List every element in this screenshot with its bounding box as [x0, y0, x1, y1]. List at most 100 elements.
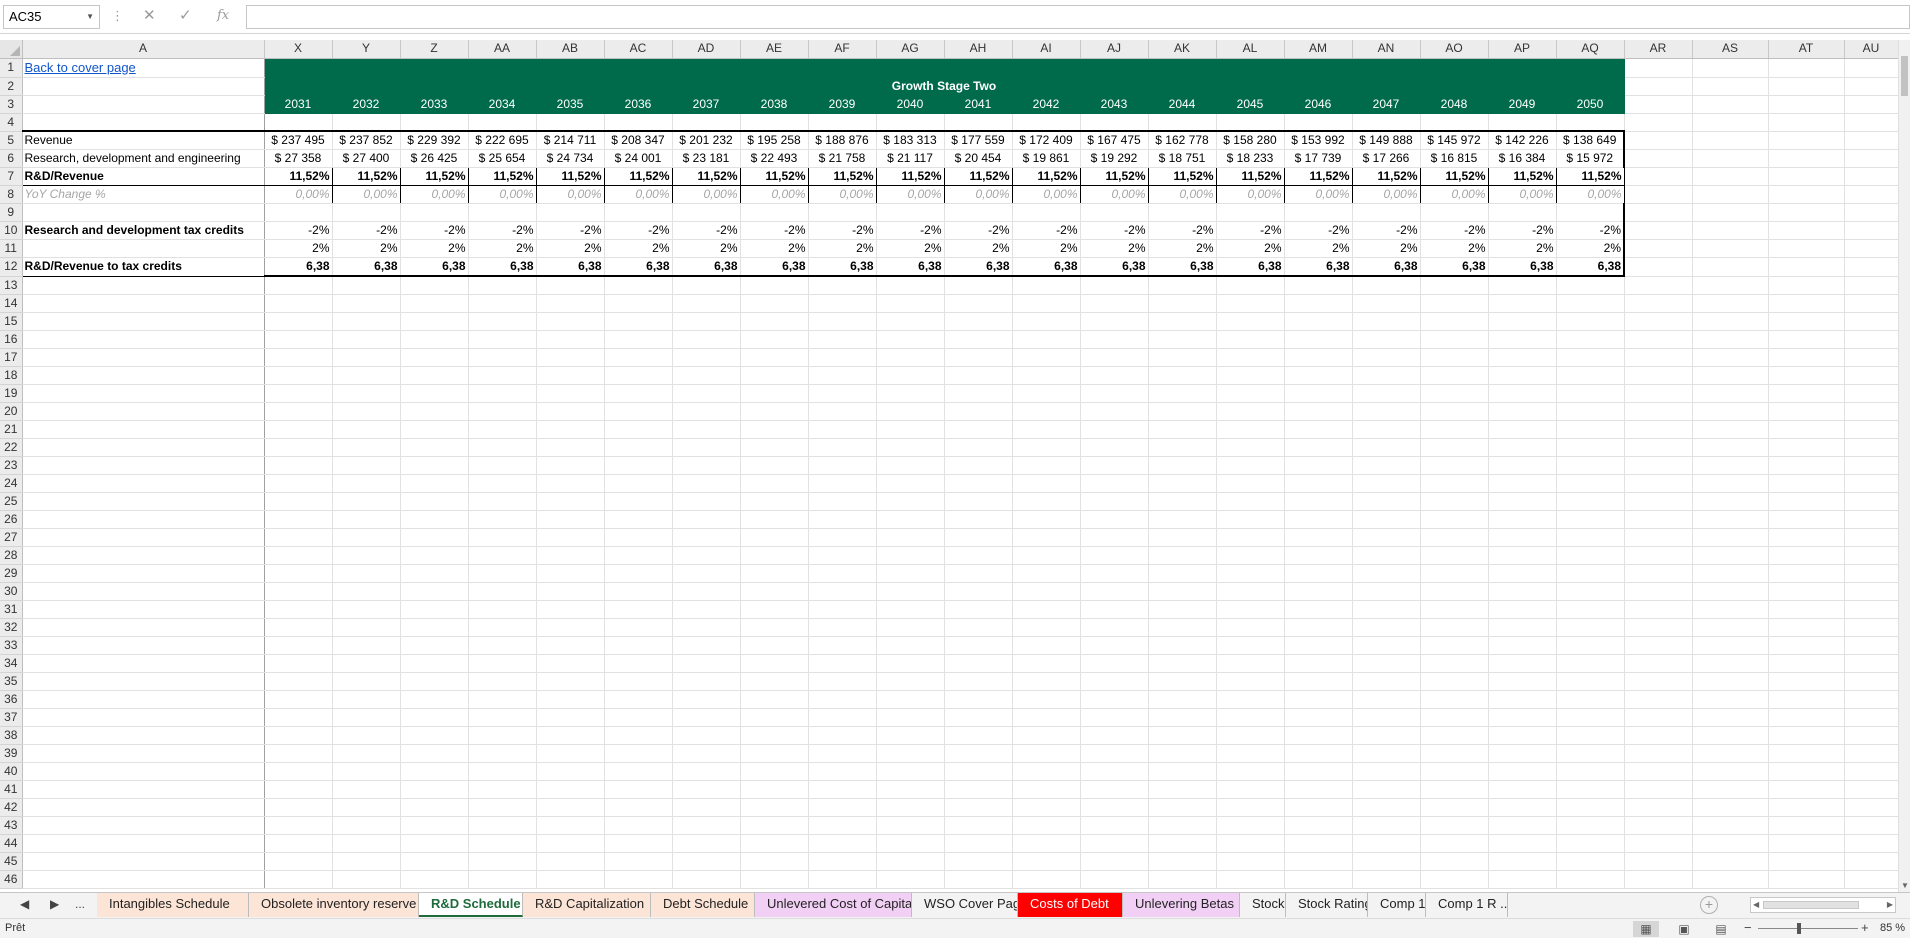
scroll-thumb[interactable]	[1901, 56, 1908, 96]
sheet-tab[interactable]: Stock Rating	[1286, 893, 1368, 917]
column-header[interactable]: A	[22, 40, 265, 59]
row-header[interactable]: 1	[0, 58, 23, 78]
zoom-level[interactable]: 85 %	[1880, 922, 1905, 934]
row-header[interactable]: 45	[0, 852, 23, 871]
row-header[interactable]: 23	[0, 456, 23, 475]
column-header[interactable]: AS	[1692, 40, 1769, 59]
function-icon[interactable]: fx	[217, 7, 229, 25]
row-header[interactable]: 34	[0, 654, 23, 673]
vertical-scrollbar[interactable]: ▼	[1898, 40, 1910, 892]
page-break-icon[interactable]: ▤	[1708, 921, 1734, 937]
row-header[interactable]: 33	[0, 636, 23, 655]
tab-more[interactable]: ...	[75, 897, 85, 911]
row-header[interactable]: 43	[0, 816, 23, 835]
tab-next-icon[interactable]: ▶	[50, 897, 59, 911]
sheet-tab[interactable]: Comp 1 R ...	[1426, 893, 1508, 917]
page-layout-icon[interactable]: ▣	[1671, 921, 1697, 937]
select-all-icon[interactable]	[9, 45, 20, 56]
row-header[interactable]: 36	[0, 690, 23, 709]
select-all-corner[interactable]	[0, 40, 23, 59]
name-box[interactable]: AC35 ▼	[3, 5, 100, 29]
sheet-tab[interactable]: Comp 1	[1368, 893, 1426, 917]
row-header[interactable]: 37	[0, 708, 23, 727]
row-header[interactable]: 8	[0, 185, 23, 204]
column-header[interactable]: AM	[1284, 40, 1353, 59]
row-header[interactable]: 15	[0, 312, 23, 331]
horizontal-scrollbar[interactable]: ◀ ▶	[1750, 897, 1896, 913]
column-header[interactable]: Z	[400, 40, 469, 59]
column-header[interactable]: AN	[1352, 40, 1421, 59]
row-header[interactable]: 32	[0, 618, 23, 637]
row-header[interactable]: 25	[0, 492, 23, 511]
column-header[interactable]: AO	[1420, 40, 1489, 59]
row-header[interactable]: 21	[0, 420, 23, 439]
row-header[interactable]: 9	[0, 203, 23, 222]
scroll-right-icon[interactable]: ▶	[1887, 898, 1893, 912]
row-header[interactable]: 4	[0, 113, 23, 132]
sheet-tab[interactable]: Debt Schedule	[651, 893, 755, 917]
zoom-slider-thumb[interactable]	[1797, 923, 1801, 934]
row-header[interactable]: 5	[0, 131, 23, 150]
sheet-tab[interactable]: Unlevered Cost of Capital	[755, 893, 912, 917]
row-header[interactable]: 31	[0, 600, 23, 619]
row-header[interactable]: 20	[0, 402, 23, 421]
column-header[interactable]: AP	[1488, 40, 1557, 59]
row-header[interactable]: 16	[0, 330, 23, 349]
scroll-down-icon[interactable]: ▼	[1901, 881, 1909, 890]
row-header[interactable]: 24	[0, 474, 23, 493]
sheet-tab[interactable]: Unlevering Betas	[1123, 893, 1240, 917]
column-header[interactable]: AK	[1148, 40, 1217, 59]
hscroll-thumb[interactable]	[1763, 901, 1859, 909]
column-header[interactable]: X	[264, 40, 333, 59]
row-header[interactable]: 46	[0, 870, 23, 889]
back-link-cell[interactable]: Back to cover page	[22, 58, 265, 78]
sheet-tab[interactable]: Intangibles Schedule	[97, 893, 249, 917]
sheet-tab[interactable]: Obsolete inventory reserve	[249, 893, 419, 917]
normal-view-icon[interactable]: ▦	[1633, 921, 1659, 937]
row-header[interactable]: 19	[0, 384, 23, 403]
row-header[interactable]: 39	[0, 744, 23, 763]
row-header[interactable]: 10	[0, 221, 23, 240]
cancel-icon[interactable]: ✕	[143, 7, 156, 25]
sheet-tab[interactable]: R&D Schedule	[419, 893, 523, 917]
row-header[interactable]: 38	[0, 726, 23, 745]
column-header[interactable]: AQ	[1556, 40, 1625, 59]
row-header[interactable]: 18	[0, 366, 23, 385]
column-header[interactable]: AI	[1012, 40, 1081, 59]
add-sheet-button[interactable]: +	[1700, 896, 1718, 914]
formula-input[interactable]	[246, 5, 1910, 29]
spreadsheet-grid[interactable]: A X Y Z AA AB AC AD AE AF AG AH AI AJ AK AL AM AN AO AP AQ AR…	[0, 40, 1898, 892]
zoom-out-icon[interactable]: −	[1744, 920, 1752, 935]
more-options-icon[interactable]: ⋮	[111, 8, 124, 24]
row-header[interactable]: 14	[0, 294, 23, 313]
row-header[interactable]: 42	[0, 798, 23, 817]
column-header[interactable]: AB	[536, 40, 605, 59]
row-header[interactable]: 2	[0, 77, 23, 96]
row-header[interactable]: 28	[0, 546, 23, 565]
sheet-tab[interactable]: Costs of Debt	[1018, 893, 1123, 917]
row-header[interactable]: 13	[0, 276, 23, 295]
scroll-left-icon[interactable]: ◀	[1753, 898, 1759, 912]
column-header[interactable]: AC	[604, 40, 673, 59]
row-header[interactable]: 44	[0, 834, 23, 853]
column-header[interactable]: AJ	[1080, 40, 1149, 59]
column-header[interactable]: AG	[876, 40, 945, 59]
column-header[interactable]: AU	[1844, 40, 1898, 59]
row-header[interactable]: 12	[0, 257, 23, 277]
row-header[interactable]: 17	[0, 348, 23, 367]
row-header[interactable]: 30	[0, 582, 23, 601]
column-header[interactable]: AA	[468, 40, 537, 59]
confirm-icon[interactable]: ✓	[179, 7, 192, 25]
row-header[interactable]: 41	[0, 780, 23, 799]
zoom-in-icon[interactable]: +	[1861, 920, 1869, 935]
chevron-down-icon[interactable]: ▼	[86, 6, 94, 28]
row-header[interactable]: 35	[0, 672, 23, 691]
row-header[interactable]: 6	[0, 149, 23, 168]
sheet-tab[interactable]: Stock	[1240, 893, 1286, 917]
column-header[interactable]: AR	[1624, 40, 1693, 59]
column-header[interactable]: AD	[672, 40, 741, 59]
row-header[interactable]: 22	[0, 438, 23, 457]
row-header[interactable]: 11	[0, 239, 23, 258]
column-header[interactable]: AL	[1216, 40, 1285, 59]
tab-prev-icon[interactable]: ◀	[20, 897, 29, 911]
